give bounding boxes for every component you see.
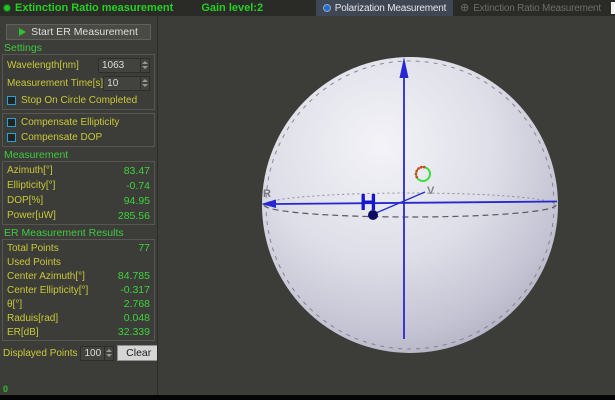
stop-on-circle-row: Stop On Circle Completed [7, 92, 150, 108]
wavelength-stepper[interactable]: 1063 [98, 58, 150, 73]
compensate-dop-row: Compensate DOP [7, 130, 150, 145]
center-ellipticity-row: Center Ellipticity[°] -0.317 [7, 283, 150, 297]
displayed-points-value: 100 [81, 347, 104, 360]
page-title: Extinction Ratio measurement [15, 2, 173, 14]
section-er-results: ER Measurement Results [4, 227, 157, 239]
radio-selected-icon [323, 4, 331, 12]
compensate-dop-label: Compensate DOP [21, 132, 102, 143]
er-results-group: Total Points 77 Used Points Center Azimu… [2, 239, 155, 341]
tab-label: Polarization Measurement [335, 3, 446, 14]
ellipticity-row: Ellipticity[°] -0.74 [7, 178, 150, 193]
er-db-row: ER[dB] 32.339 [7, 325, 150, 339]
wavelength-row: Wavelength[nm] 1063 [7, 56, 150, 74]
start-button-label: Start ER Measurement [31, 26, 138, 38]
section-measurement: Measurement [4, 149, 157, 161]
ellipticity-label: Ellipticity[°] [7, 180, 55, 191]
power-label: Power[uW] [7, 210, 56, 221]
total-points-value: 77 [138, 242, 150, 254]
azimuth-label: Azimuth[°] [7, 165, 53, 176]
title-bar: Extinction Ratio measurement Gain level:… [0, 0, 615, 16]
clear-button[interactable]: Clear [117, 345, 158, 361]
start-er-measurement-button[interactable]: Start ER Measurement [6, 24, 151, 40]
section-settings: Settings [4, 42, 157, 54]
theta-value: 2.768 [124, 298, 150, 310]
total-points-row: Total Points 77 [7, 241, 150, 255]
dop-row: DOP[%] 94.95 [7, 193, 150, 208]
stepper-arrows-icon[interactable] [140, 59, 149, 72]
center-azimuth-value: 84.785 [118, 270, 150, 282]
poincare-sphere-view[interactable]: R V H [159, 16, 615, 395]
compensate-dop-checkbox[interactable] [7, 133, 16, 142]
settings-group: Wavelength[nm] 1063 Measurement Time[s] … [2, 54, 155, 110]
tab-label: Extinction Ratio Measurement [473, 3, 601, 14]
r-axis-label: R [263, 188, 271, 200]
dop-value: 94.95 [124, 195, 150, 207]
er-db-value: 32.339 [118, 326, 150, 338]
power-row: Power[uW] 285.56 [7, 208, 150, 223]
sphere-canvas: R V H [159, 16, 615, 395]
used-points-label: Used Points [7, 257, 61, 268]
azimuth-value: 83.47 [124, 165, 150, 177]
theta-label: θ[°] [7, 299, 22, 310]
measurement-time-stepper[interactable]: 10 [103, 76, 150, 91]
measurement-time-row: Measurement Time[s] 10 [7, 74, 150, 92]
stepper-arrows-icon[interactable] [140, 77, 149, 90]
azimuth-row: Azimuth[°] 83.47 [7, 163, 150, 178]
measurement-group: Azimuth[°] 83.47 Ellipticity[°] -0.74 DO… [2, 161, 155, 225]
gain-level-label: Gain level:2 [201, 2, 263, 14]
window-edge-highlight [611, 2, 615, 14]
center-ellipticity-label: Center Ellipticity[°] [7, 285, 88, 296]
status-led-icon [3, 4, 11, 12]
center-azimuth-row: Center Azimuth[°] 84.785 [7, 269, 150, 283]
measurement-time-value: 10 [104, 77, 121, 90]
radius-label: Raduis[rad] [7, 313, 58, 324]
stepper-arrows-icon[interactable] [104, 347, 113, 360]
center-azimuth-label: Center Azimuth[°] [7, 271, 85, 282]
dop-label: DOP[%] [7, 195, 43, 206]
stop-on-circle-label: Stop On Circle Completed [21, 95, 137, 106]
bottom-strip [0, 395, 615, 400]
power-value: 285.56 [118, 210, 150, 222]
radius-row: Raduis[rad] 0.048 [7, 311, 150, 325]
poincare-sphere [262, 57, 558, 353]
tab-polarization-measurement[interactable]: Polarization Measurement [316, 0, 453, 16]
play-icon [19, 28, 26, 36]
er-db-label: ER[dB] [7, 327, 39, 338]
center-ellipticity-value: -0.317 [120, 284, 150, 296]
wavelength-value: 1063 [99, 59, 127, 72]
theta-row: θ[°] 2.768 [7, 297, 150, 311]
control-panel: Start ER Measurement Settings Wavelength… [0, 16, 158, 395]
mode-tabbar: Polarization Measurement ⊕ Extinction Ra… [316, 0, 608, 16]
displayed-points-row: Displayed Points 100 Clear [3, 345, 154, 361]
globe-icon: ⊕ [460, 3, 469, 14]
total-points-label: Total Points [7, 243, 59, 254]
compensate-ellipticity-label: Compensate Ellipticity [21, 117, 119, 128]
status-count: 0 [3, 384, 8, 394]
displayed-points-stepper[interactable]: 100 [80, 346, 114, 361]
h-state-marker [368, 210, 378, 220]
stop-on-circle-checkbox[interactable] [7, 96, 16, 105]
used-points-row: Used Points [7, 255, 150, 269]
radius-value: 0.048 [124, 312, 150, 324]
displayed-points-label: Displayed Points [3, 348, 77, 359]
measurement-time-label: Measurement Time[s] [7, 78, 103, 89]
compensate-group: Compensate Ellipticity Compensate DOP [2, 113, 155, 147]
wavelength-label: Wavelength[nm] [7, 60, 79, 71]
ellipticity-value: -0.74 [126, 180, 150, 192]
v-axis-label: V [427, 185, 435, 197]
compensate-ellipticity-checkbox[interactable] [7, 118, 16, 127]
compensate-ellipticity-row: Compensate Ellipticity [7, 115, 150, 130]
tab-extinction-ratio-measurement[interactable]: ⊕ Extinction Ratio Measurement [453, 0, 608, 16]
